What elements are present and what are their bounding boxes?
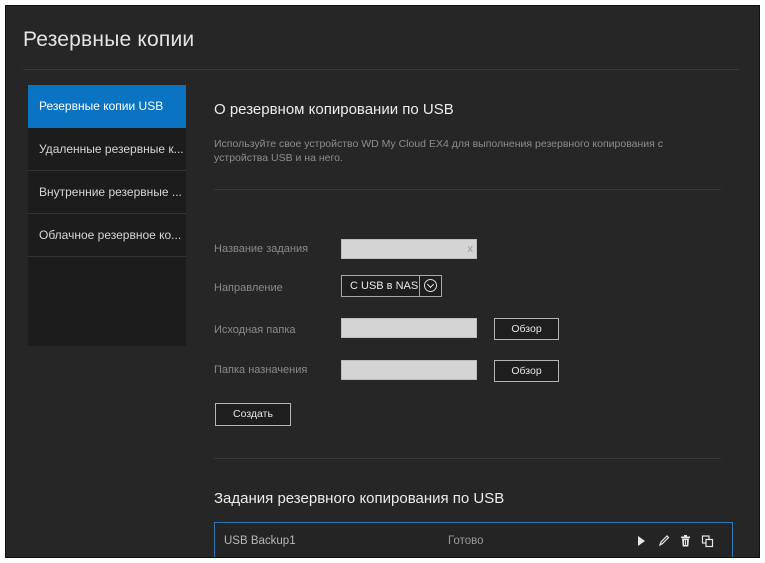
sidebar-item-cloud-backups[interactable]: Облачное резервное ко... <box>28 214 186 257</box>
clear-icon[interactable]: x <box>468 242 474 256</box>
select-divider <box>419 276 420 296</box>
section-title: О резервном копировании по USB <box>214 101 454 118</box>
source-folder-label: Исходная папка <box>214 324 296 336</box>
job-name: USB Backup1 <box>224 535 296 547</box>
job-name-label: Название задания <box>214 243 309 255</box>
chevron-down-icon[interactable] <box>424 279 437 292</box>
section-description: Используйте свое устройство WD My Cloud … <box>214 138 664 164</box>
sidebar: Резервные копии USB Удаленные резервные … <box>28 85 186 346</box>
destination-browse-button[interactable]: Обзор <box>494 360 559 382</box>
job-name-input[interactable]: x <box>341 239 477 259</box>
destination-folder-label: Папка назначения <box>214 364 308 376</box>
title-divider <box>23 69 739 70</box>
source-folder-input[interactable] <box>341 318 477 338</box>
create-button[interactable]: Создать <box>215 403 291 426</box>
direction-value: C USB в NAS <box>350 280 419 292</box>
trash-icon[interactable] <box>679 534 692 548</box>
edit-icon[interactable] <box>657 534 670 548</box>
job-status: Готово <box>448 535 484 547</box>
sidebar-item-remote-backups[interactable]: Удаленные резервные к... <box>28 128 186 171</box>
direction-select[interactable]: C USB в NAS <box>341 275 442 297</box>
section-divider <box>214 189 721 190</box>
jobs-divider <box>214 458 721 459</box>
sidebar-item-internal-backups[interactable]: Внутренние резервные ... <box>28 171 186 214</box>
direction-label: Направление <box>214 282 283 294</box>
restore-icon[interactable] <box>701 534 714 548</box>
source-browse-button[interactable]: Обзор <box>494 318 559 340</box>
sidebar-item-usb-backups[interactable]: Резервные копии USB <box>28 85 186 128</box>
table-row[interactable]: USB Backup1 Готово <box>214 522 733 557</box>
destination-folder-input[interactable] <box>341 360 477 380</box>
jobs-title: Задания резервного копирования по USB <box>214 490 505 507</box>
play-icon[interactable] <box>635 534 648 548</box>
backup-page: Резервные копии Резервные копии USB Удал… <box>5 5 760 558</box>
job-actions <box>635 534 714 548</box>
page-title: Резервные копии <box>23 28 195 51</box>
